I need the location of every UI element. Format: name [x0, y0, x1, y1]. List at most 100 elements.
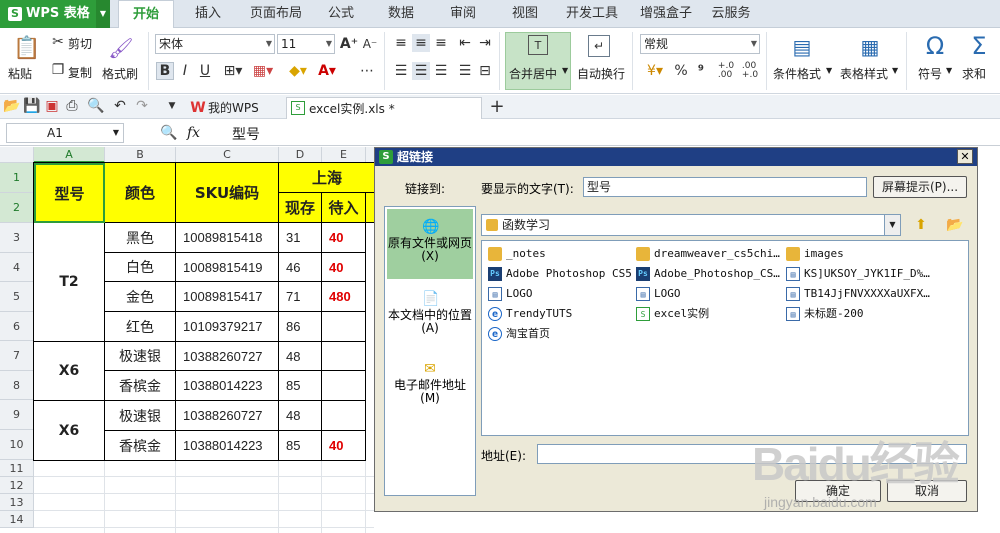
row-header[interactable]: 8: [0, 371, 34, 400]
align-middle-icon[interactable]: ≡: [412, 34, 430, 52]
name-box[interactable]: A1 ▼: [6, 123, 124, 143]
stock-cell[interactable]: 31: [279, 223, 322, 253]
stock-cell[interactable]: 46: [279, 253, 322, 282]
link-existing-file-option[interactable]: 🌐 原有文件或网页(X): [387, 209, 473, 279]
italic-icon[interactable]: I: [176, 62, 194, 80]
display-text-input[interactable]: 型号: [583, 177, 867, 197]
justify-icon[interactable]: ☰: [456, 62, 474, 80]
file-item[interactable]: Ps Adobe Photoshop CS5: [486, 265, 632, 283]
stock-cell[interactable]: 48: [279, 342, 322, 371]
tab-view[interactable]: 视图: [502, 0, 548, 28]
column-header[interactable]: D: [279, 147, 322, 163]
file-item[interactable]: ▤ 未标题-200: [784, 305, 930, 323]
undo-icon[interactable]: ↶: [112, 98, 128, 114]
customize-dropdown-icon[interactable]: ▼: [164, 98, 180, 114]
fill-color-icon[interactable]: ◆▾: [285, 62, 311, 80]
row-header[interactable]: 7: [0, 341, 34, 371]
link-email-option[interactable]: ✉ 电子邮件地址(M): [387, 353, 473, 419]
cancel-button[interactable]: 取消: [887, 480, 967, 502]
column-header[interactable]: C: [176, 147, 279, 163]
column-header[interactable]: A: [34, 147, 105, 163]
row-header[interactable]: 13: [0, 494, 34, 511]
file-item[interactable]: ▤ LOGO: [486, 285, 632, 303]
stock-cell[interactable]: 85: [279, 431, 322, 461]
pending-cell[interactable]: 40: [322, 223, 366, 253]
tab-data[interactable]: 数据: [378, 0, 424, 28]
align-center-icon[interactable]: ☰: [412, 62, 430, 80]
new-tab-icon[interactable]: +: [488, 96, 506, 117]
tab-developer[interactable]: 开发工具: [560, 0, 624, 28]
folder-up-icon[interactable]: ⬆: [911, 215, 931, 235]
align-top-icon[interactable]: ≡: [392, 34, 410, 52]
file-item[interactable]: images: [784, 245, 930, 263]
tab-excel-file[interactable]: Sexcel实例.xls *: [286, 97, 482, 119]
more-font-icon[interactable]: ⋯: [358, 62, 376, 80]
close-icon[interactable]: ✕: [957, 149, 973, 164]
table-style-button[interactable]: 表格样式: [840, 65, 888, 82]
borders-icon[interactable]: ⊞▾: [220, 62, 246, 80]
model-group-cell[interactable]: X6: [34, 342, 105, 401]
file-item[interactable]: e 淘宝首页: [486, 325, 632, 343]
sku-cell[interactable]: 10388014223: [176, 371, 279, 401]
sku-cell[interactable]: 10089815417: [176, 282, 279, 312]
dialog-title-bar[interactable]: S 超链接 ✕: [375, 148, 977, 166]
file-item[interactable]: _notes: [486, 245, 632, 263]
formula-input[interactable]: 型号: [232, 124, 260, 144]
chevron-down-icon[interactable]: ▼: [884, 215, 900, 235]
wrap-text-button[interactable]: 自动换行: [577, 65, 625, 82]
model-group-cell[interactable]: T2: [34, 223, 105, 342]
pending-cell[interactable]: 480: [322, 282, 366, 312]
tab-review[interactable]: 审阅: [440, 0, 486, 28]
model-group-cell[interactable]: X6: [34, 401, 105, 461]
header-model-cell[interactable]: 型号: [34, 163, 105, 223]
file-item[interactable]: dreamweaver_cs5chi…: [634, 245, 780, 263]
copy-icon[interactable]: ❐: [50, 62, 66, 78]
color-cell[interactable]: 红色: [105, 312, 176, 342]
font-name-select[interactable]: 宋体 ▼: [155, 34, 275, 54]
row-header[interactable]: 10: [0, 430, 34, 460]
pending-cell[interactable]: [322, 371, 366, 401]
clear-icon[interactable]: ▦▾: [250, 62, 276, 80]
stock-cell[interactable]: 71: [279, 282, 322, 312]
align-right-icon[interactable]: ☰: [432, 62, 450, 80]
font-grow-icon[interactable]: A⁺: [340, 35, 358, 53]
print-preview-icon[interactable]: 🔍: [87, 98, 104, 114]
color-cell[interactable]: 金色: [105, 282, 176, 312]
currency-icon[interactable]: ¥▾: [642, 62, 668, 80]
percent-icon[interactable]: %: [672, 62, 690, 80]
sku-cell[interactable]: 10089815419: [176, 253, 279, 282]
print-icon[interactable]: ⎙: [64, 98, 80, 114]
align-left-icon[interactable]: ☰: [392, 62, 410, 80]
pending-cell[interactable]: [322, 312, 366, 342]
zoom-search-icon[interactable]: 🔍: [160, 124, 178, 142]
bold-icon[interactable]: B: [156, 62, 174, 80]
format-painter-button[interactable]: 格式刷: [102, 65, 138, 82]
color-cell[interactable]: 香槟金: [105, 371, 176, 401]
browse-folder-icon[interactable]: 📂: [945, 215, 965, 235]
conditional-format-icon[interactable]: ▤: [790, 34, 814, 60]
header-stock-cell[interactable]: 现存: [279, 193, 322, 223]
app-menu-dropdown-icon[interactable]: ▼: [96, 0, 110, 28]
tab-cloud-service[interactable]: 云服务: [706, 0, 756, 28]
link-document-place-option[interactable]: 📄 本文档中的位置(A): [387, 283, 473, 349]
indent-increase-icon[interactable]: ⇥: [476, 34, 494, 52]
wrap-text-icon[interactable]: ↵: [588, 35, 610, 57]
tab-page-layout[interactable]: 页面布局: [244, 0, 308, 28]
folder-select[interactable]: 函数学习 ▼: [481, 214, 901, 236]
increase-decimal-icon[interactable]: +.0.00: [716, 60, 736, 82]
row-header[interactable]: 14: [0, 511, 34, 528]
header-city-cell[interactable]: 上海: [279, 163, 376, 193]
color-cell[interactable]: 黑色: [105, 223, 176, 253]
sku-cell[interactable]: 10388260727: [176, 401, 279, 431]
color-cell[interactable]: 香槟金: [105, 431, 176, 461]
open-icon[interactable]: 📂: [3, 98, 20, 114]
column-header[interactable]: E: [322, 147, 366, 163]
indent-decrease-icon[interactable]: ⇤: [456, 34, 474, 52]
tab-my-wps[interactable]: W 我的WPS: [186, 97, 282, 119]
stock-cell[interactable]: 85: [279, 371, 322, 401]
sum-button[interactable]: 求和: [962, 65, 986, 82]
color-cell[interactable]: 白色: [105, 253, 176, 282]
export-pdf-icon[interactable]: ▣: [44, 98, 60, 114]
tab-formulas[interactable]: 公式: [318, 0, 364, 28]
tab-enhance-box[interactable]: 增强盒子: [632, 0, 700, 28]
